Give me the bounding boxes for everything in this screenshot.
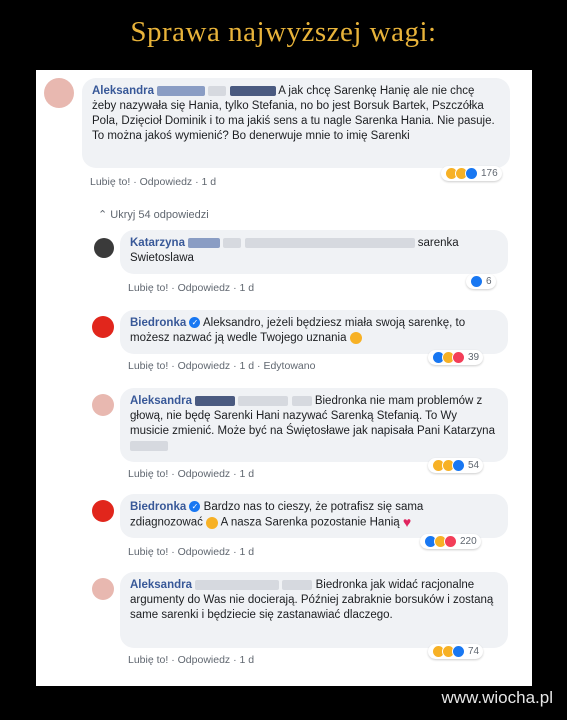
blurred-surname (157, 85, 206, 96)
watermark: www.wiocha.pl (441, 688, 554, 707)
blurred-surname (195, 579, 280, 590)
comment-author[interactable]: Biedronka (130, 501, 186, 513)
like-link[interactable]: Lubię to! (128, 546, 168, 558)
blurred-surname (208, 85, 227, 96)
reactions-summary[interactable]: 74 (428, 644, 484, 659)
heart-emoji-icon: ♥ (402, 514, 412, 530)
comment-bubble: Aleksandra Biedronka jak widać racjonaln… (120, 572, 508, 648)
reactions-count: 54 (468, 460, 480, 471)
avatar[interactable] (92, 578, 114, 600)
reply-link[interactable]: Odpowiedz (178, 546, 231, 558)
hide-replies-toggle[interactable]: ⌃ Ukryj 54 odpowiedzi (98, 208, 209, 221)
comment-author[interactable]: Aleksandra (92, 85, 154, 97)
blurred-surname (244, 237, 415, 248)
blurred-surname (282, 579, 313, 590)
smile-emoji-icon (349, 331, 362, 344)
blurred-surname (223, 237, 242, 248)
like-link[interactable]: Lubię to! (128, 468, 168, 480)
blurred-surname (195, 395, 236, 406)
avatar[interactable] (94, 238, 114, 258)
comment-text-head: Biedronka jak (315, 579, 386, 591)
like-reaction-icon (465, 167, 478, 180)
reply-link[interactable]: Odpowiedz (140, 176, 193, 188)
blurred-surname (238, 395, 289, 406)
comment-time: 1 d (239, 360, 255, 372)
comment-text-line2: Swietoslawa (130, 252, 194, 264)
reactions-summary[interactable]: 6 (466, 274, 496, 289)
chevron-up-icon: ⌃ (98, 209, 108, 221)
like-reaction-icon (452, 459, 465, 472)
like-link[interactable]: Lubię to! (128, 282, 168, 294)
comment-author[interactable]: Aleksandra (130, 579, 192, 591)
like-reaction-icon (452, 645, 465, 658)
edited-label: Edytowano (263, 360, 316, 372)
comment-meta: Lubię to! · Odpowiedz · 1 d · Edytowano (128, 360, 316, 372)
love-reaction-icon (452, 351, 465, 364)
verified-badge-icon: ✓ (189, 501, 201, 513)
reactions-summary[interactable]: 176 (441, 166, 502, 181)
comment-time: 1 d (239, 546, 255, 558)
like-reaction-icon (470, 275, 483, 288)
avatar[interactable] (44, 78, 74, 108)
comment-time: 1 d (239, 282, 255, 294)
avatar[interactable] (92, 394, 114, 416)
comment-meta: Lubię to! · Odpowiedz · 1 d (128, 282, 255, 294)
reactions-summary[interactable]: 54 (428, 458, 484, 473)
reply-link[interactable]: Odpowiedz (178, 468, 231, 480)
like-link[interactable]: Lubię to! (90, 176, 130, 188)
blurred-surname (291, 395, 312, 406)
comment-bubble: Biedronka ✓ Bardzo nas to cieszy, że pot… (120, 494, 508, 538)
comments-panel: Aleksandra A jak chcę Sarenkę Hanię ale … (36, 70, 532, 686)
comment-meta: Lubię to! · Odpowiedz · 1 d (128, 468, 255, 480)
comment-bubble: Biedronka ✓ Aleksandro, jeżeli będziesz … (120, 310, 508, 354)
reactions-summary[interactable]: 220 (420, 534, 481, 549)
comment-text-tail: A nasza Sarenka pozostanie Hanią (220, 516, 400, 529)
reactions-count: 74 (468, 646, 480, 657)
reactions-count: 39 (468, 352, 480, 363)
blurred-surname (130, 440, 168, 451)
reply-link[interactable]: Odpowiedz (178, 282, 231, 294)
comment-time: 1 d (201, 176, 217, 188)
verified-badge-icon: ✓ (189, 317, 201, 329)
blurred-surname (229, 85, 276, 96)
comment-time: 1 d (239, 468, 255, 480)
reply-link[interactable]: Odpowiedz (178, 360, 231, 372)
reply-link[interactable]: Odpowiedz (178, 654, 231, 666)
reactions-count: 220 (460, 536, 477, 547)
comment-meta: Lubię to! · Odpowiedz · 1 d (128, 654, 255, 666)
biedronka-avatar[interactable] (92, 316, 114, 338)
comment-bubble: Katarzyna sarenka Swietoslawa (120, 230, 508, 274)
comment-author[interactable]: Aleksandra (130, 395, 192, 407)
comment-meta: Lubię to! · Odpowiedz · 1 d (128, 546, 255, 558)
comment-time: 1 d (239, 654, 255, 666)
reactions-count: 176 (481, 168, 498, 179)
comment-bubble: Aleksandra Biedronka nie mam problemów z… (120, 388, 508, 462)
comment-text-head: Biedronka nie mam (314, 395, 414, 407)
hide-replies-label: Ukryj 54 odpowiedzi (110, 209, 209, 221)
like-link[interactable]: Lubię to! (128, 654, 168, 666)
comment-meta: Lubię to! · Odpowiedz · 1 d (90, 176, 217, 188)
comment-bubble: Aleksandra A jak chcę Sarenkę Hanię ale … (82, 78, 510, 168)
blurred-surname (188, 237, 221, 248)
comment-author[interactable]: Katarzyna (130, 237, 185, 249)
comment-text: sarenka (417, 237, 459, 249)
smile-emoji-icon (206, 516, 219, 529)
reactions-count: 6 (486, 276, 492, 287)
biedronka-avatar[interactable] (92, 500, 114, 522)
love-reaction-icon (444, 535, 457, 548)
reactions-summary[interactable]: 39 (428, 350, 484, 365)
meme-title: Sprawa najwyższej wagi: (130, 16, 437, 48)
comment-author[interactable]: Biedronka (130, 317, 186, 329)
like-link[interactable]: Lubię to! (128, 360, 168, 372)
